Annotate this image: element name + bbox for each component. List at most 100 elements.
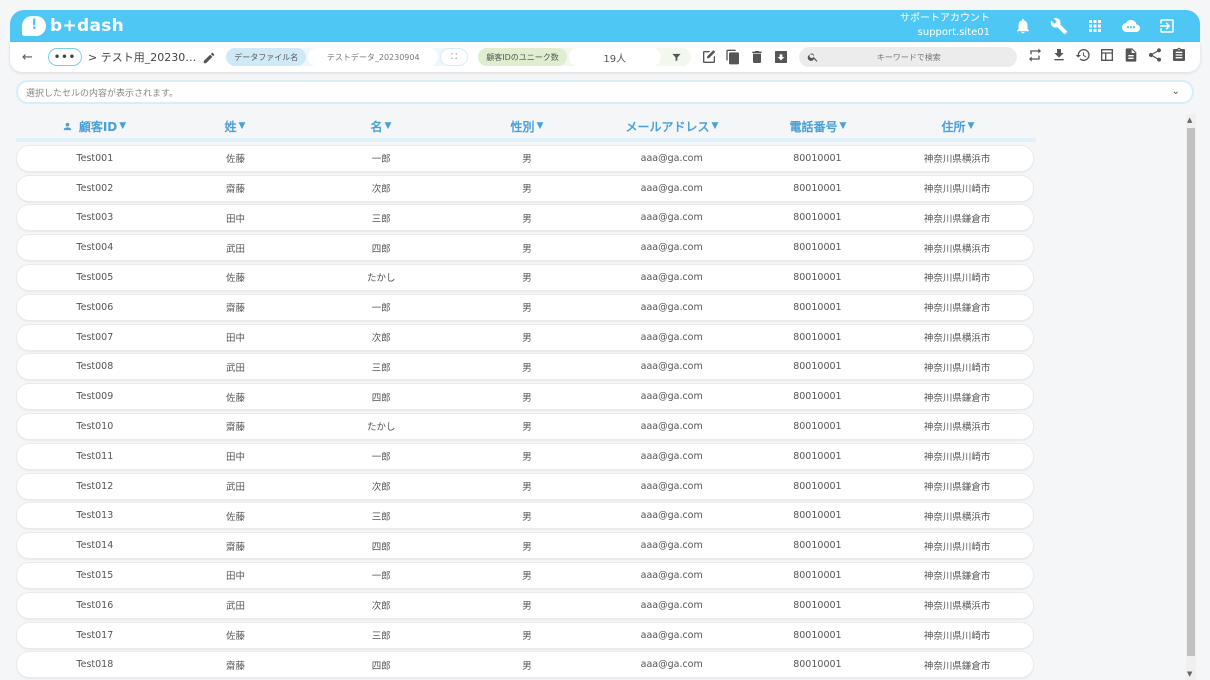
cell-gender[interactable]: 男 [464,270,590,284]
table-row[interactable]: Test011 田中 一郎男 aaa@ga.com 80010001 神奈川県川崎市 [16,442,1034,470]
table-row[interactable]: Test005 佐藤 たかし男 aaa@ga.com 80010001 神奈川県川崎市 [16,263,1034,291]
cell-customer-id[interactable]: Test008 [17,361,173,372]
expand-icon[interactable]: ⛶ [440,48,469,66]
account-info[interactable]: サポートアカウント support.site01 [900,12,990,40]
cell-last-name[interactable]: 田中 [173,449,299,463]
trash-icon[interactable] [749,49,765,65]
cell-address[interactable]: 神奈川県横浜市 [881,598,1033,612]
vertical-scrollbar[interactable]: ▲ ▼ [1186,114,1196,680]
scroll-down-arrow-icon[interactable]: ▼ [1187,670,1192,678]
table-row[interactable]: Test001 佐藤 一郎男 aaa@ga.com 80010001 神奈川県横浜市 [16,144,1034,172]
table-row[interactable]: Test004 武田 四郎男 aaa@ga.com 80010001 神奈川県横浜市 [16,234,1034,262]
cell-address[interactable]: 神奈川県横浜市 [881,509,1033,523]
cell-gender[interactable]: 男 [464,509,590,523]
column-header-gender[interactable]: 性別 ▼ [464,118,590,135]
keyword-search[interactable] [798,47,1017,67]
cell-phone[interactable]: 80010001 [754,391,882,402]
cell-first-name[interactable]: たかし [298,419,464,433]
cell-customer-id[interactable]: Test015 [17,570,173,581]
cell-gender[interactable]: 男 [464,568,590,582]
edit-name-pencil-icon[interactable] [202,50,216,64]
cell-customer-id[interactable]: Test002 [17,183,173,194]
cell-phone[interactable]: 80010001 [754,272,882,283]
cell-customer-id[interactable]: Test011 [17,451,173,462]
breadcrumb[interactable]: > テスト用_20230… [88,49,196,65]
cell-address[interactable]: 神奈川県川崎市 [881,539,1033,553]
cell-gender[interactable]: 男 [464,628,590,642]
cell-email[interactable]: aaa@ga.com [590,272,754,283]
cell-address[interactable]: 神奈川県横浜市 [881,241,1033,255]
cell-email[interactable]: aaa@ga.com [590,659,754,670]
cell-address[interactable]: 神奈川県鎌倉市 [881,211,1033,225]
cell-phone[interactable]: 80010001 [754,332,882,343]
cell-gender[interactable]: 男 [464,181,590,195]
scroll-thumb[interactable] [1187,128,1195,656]
cell-address[interactable]: 神奈川県川崎市 [881,270,1033,284]
table-row[interactable]: Test018 齋藤 四郎男 aaa@ga.com 80010001 神奈川県鎌倉市 [16,651,1034,679]
cell-first-name[interactable]: 四郎 [298,241,464,255]
back-arrow-icon[interactable]: ← [22,50,38,65]
cell-email[interactable]: aaa@ga.com [590,451,754,462]
cell-last-name[interactable]: 齋藤 [173,419,299,433]
table-view-icon[interactable] [1099,47,1115,67]
table-row[interactable]: Test015 田中 一郎男 aaa@ga.com 80010001 神奈川県鎌倉市 [16,561,1034,589]
cell-customer-id[interactable]: Test012 [17,481,173,492]
scroll-up-arrow-icon[interactable]: ▲ [1187,116,1192,124]
cell-customer-id[interactable]: Test010 [17,421,173,432]
cell-last-name[interactable]: 齋藤 [173,539,299,553]
table-row[interactable]: Test006 齋藤 一郎男 aaa@ga.com 80010001 神奈川県鎌倉市 [16,293,1034,321]
cell-customer-id[interactable]: Test001 [17,153,173,164]
cell-email[interactable]: aaa@ga.com [590,153,754,164]
cell-last-name[interactable]: 武田 [173,241,299,255]
cell-address[interactable]: 神奈川県鎌倉市 [881,390,1033,404]
table-row[interactable]: Test016 武田 次郎男 aaa@ga.com 80010001 神奈川県横浜市 [16,591,1034,619]
cell-customer-id[interactable]: Test005 [17,272,173,283]
cell-gender[interactable]: 男 [464,449,590,463]
edit-square-icon[interactable] [701,49,717,65]
cell-customer-id[interactable]: Test018 [17,659,173,670]
selected-cell-content-bar[interactable]: 選択したセルの内容が表示されます。 ⌄ [16,80,1194,104]
cell-customer-id[interactable]: Test003 [17,212,173,223]
cell-customer-id[interactable]: Test017 [17,630,173,641]
cell-first-name[interactable]: 三郎 [298,360,464,374]
cell-first-name[interactable]: 次郎 [298,479,464,493]
cell-first-name[interactable]: 一郎 [298,300,464,314]
cell-address[interactable]: 神奈川県横浜市 [881,330,1033,344]
download-icon[interactable] [1051,47,1067,67]
cell-email[interactable]: aaa@ga.com [590,421,754,432]
cell-address[interactable]: 神奈川県鎌倉市 [881,300,1033,314]
table-row[interactable]: Test003 田中 三郎男 aaa@ga.com 80010001 神奈川県鎌倉市 [16,204,1034,232]
cell-customer-id[interactable]: Test014 [17,540,173,551]
table-row[interactable]: Test009 佐藤 四郎男 aaa@ga.com 80010001 神奈川県鎌倉市 [16,383,1034,411]
share-icon[interactable] [1147,47,1163,67]
cell-address[interactable]: 神奈川県鎌倉市 [881,479,1033,493]
cell-phone[interactable]: 80010001 [754,361,882,372]
cell-first-name[interactable]: 次郎 [298,330,464,344]
cell-address[interactable]: 神奈川県横浜市 [881,419,1033,433]
filter-clear-icon[interactable] [663,48,691,66]
cell-address[interactable]: 神奈川県鎌倉市 [881,658,1033,672]
cell-gender[interactable]: 男 [464,241,590,255]
apps-grid-icon[interactable] [1086,17,1104,35]
cell-first-name[interactable]: 四郎 [298,390,464,404]
cell-gender[interactable]: 男 [464,300,590,314]
cell-last-name[interactable]: 佐藤 [173,628,299,642]
table-row[interactable]: Test014 齋藤 四郎男 aaa@ga.com 80010001 神奈川県川崎市 [16,532,1034,560]
bell-icon[interactable] [1014,17,1032,35]
cell-address[interactable]: 神奈川県川崎市 [881,181,1033,195]
cell-first-name[interactable]: 四郎 [298,658,464,672]
cell-email[interactable]: aaa@ga.com [590,302,754,313]
history-icon[interactable] [1075,47,1091,67]
cell-first-name[interactable]: 次郎 [298,598,464,612]
cell-phone[interactable]: 80010001 [754,242,882,253]
cell-first-name[interactable]: 次郎 [298,181,464,195]
cell-last-name[interactable]: 佐藤 [173,509,299,523]
column-header-address[interactable]: 住所 ▼ [882,118,1034,135]
column-header-last-name[interactable]: 姓 ▼ [172,118,298,135]
column-header-customer-id[interactable]: 顧客ID ▼ [16,118,172,135]
cell-first-name[interactable]: 一郎 [298,151,464,165]
wrench-icon[interactable] [1050,17,1068,35]
cell-last-name[interactable]: 武田 [173,479,299,493]
cell-phone[interactable]: 80010001 [754,540,882,551]
cell-gender[interactable]: 男 [464,598,590,612]
